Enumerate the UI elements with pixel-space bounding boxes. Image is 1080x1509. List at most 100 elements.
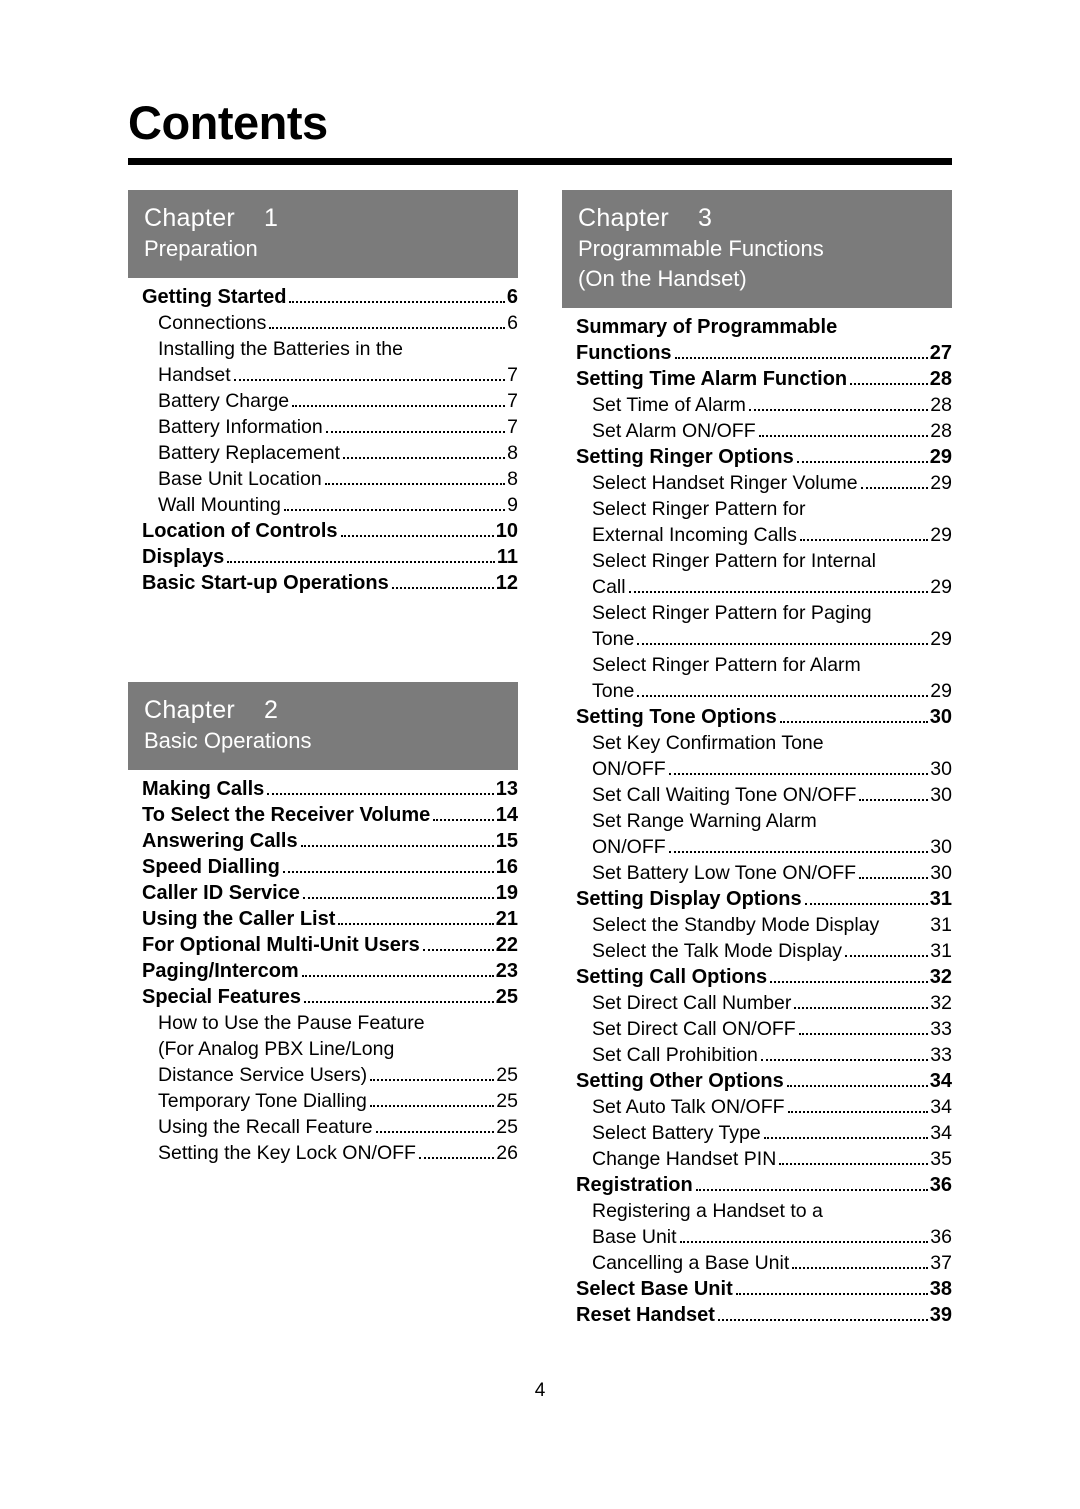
toc-entry[interactable]: For Optional Multi-Unit Users 22 (128, 932, 518, 958)
toc-entry[interactable]: Making Calls 13 (128, 776, 518, 802)
toc-entry-label: ON/OFF (592, 758, 666, 780)
toc-leader-dots (668, 773, 929, 775)
toc-leader-dots (787, 1111, 929, 1113)
toc-entry[interactable]: External Incoming Calls 29 (562, 522, 952, 548)
toc-entry-page: 14 (495, 804, 518, 826)
toc-entry[interactable]: Setting Call Options 32 (562, 964, 952, 990)
toc-leader-dots (283, 509, 506, 511)
toc-entry-label: Using the Recall Feature (158, 1116, 373, 1138)
toc-entry-label: Select Handset Ringer Volume (592, 472, 858, 494)
toc-entry-label: Functions (576, 342, 672, 364)
toc-entry[interactable]: Temporary Tone Dialling 25 (128, 1088, 518, 1114)
toc-entry-text: (For Analog PBX Line/Long (158, 1038, 395, 1060)
toc-entry[interactable]: Base Unit Location 8 (128, 466, 518, 492)
toc-leader-dots (860, 487, 929, 489)
toc-entry[interactable]: Tone 29 (562, 626, 952, 652)
toc-entry-label: Set Call Prohibition (592, 1044, 758, 1066)
toc-entry-page: 29 (929, 446, 952, 468)
toc-entry-page: 34 (930, 1096, 952, 1118)
toc-entry[interactable]: Handset 7 (128, 362, 518, 388)
toc-entry[interactable]: ON/OFF 30 (562, 834, 952, 860)
toc-entry-label: Setting the Key Lock ON/OFF (158, 1142, 416, 1164)
toc-entry[interactable]: Call 29 (562, 574, 952, 600)
toc-entry[interactable]: Set Call Prohibition 33 (562, 1042, 952, 1068)
toc-entry[interactable]: Battery Charge 7 (128, 388, 518, 414)
toc-entry[interactable]: Set Direct Call Number 32 (562, 990, 952, 1016)
toc-entry[interactable]: Base Unit 36 (562, 1224, 952, 1250)
toc-entry[interactable]: To Select the Receiver Volume 14 (128, 802, 518, 828)
toc-entry-page: 7 (507, 416, 518, 438)
toc-entry-page: 10 (495, 520, 518, 542)
toc-entry-label: Set Direct Call Number (592, 992, 792, 1014)
toc-leader-dots (227, 561, 495, 563)
toc-entry[interactable]: Set Direct Call ON/OFF 33 (562, 1016, 952, 1042)
toc-entry[interactable]: Paging/Intercom 23 (128, 958, 518, 984)
toc-entry[interactable]: Set Time of Alarm 28 (562, 392, 952, 418)
toc-leader-dots (786, 1085, 928, 1087)
toc-leader-dots (850, 383, 928, 385)
toc-entry[interactable]: Setting the Key Lock ON/OFF 26 (128, 1140, 518, 1166)
toc-entry[interactable]: Using the Recall Feature 25 (128, 1114, 518, 1140)
toc-leader-dots (267, 793, 494, 795)
toc-entry-text: Summary of Programmable (576, 316, 838, 338)
toc-entry-page: 33 (930, 1018, 952, 1040)
toc-entry[interactable]: Set Call Waiting Tone ON/OFF 30 (562, 782, 952, 808)
toc-entry[interactable]: Using the Caller List 21 (128, 906, 518, 932)
toc-entry[interactable]: Speed Dialling 16 (128, 854, 518, 880)
chapter-1-toc: Getting Started 6 Connections 6 Installing t… (128, 284, 518, 596)
toc-leader-dots (375, 1131, 495, 1133)
toc-leader-dots (422, 949, 494, 951)
toc-entry-label: To Select the Receiver Volume (142, 804, 431, 826)
toc-entry[interactable]: Connections 6 (128, 310, 518, 336)
toc-entry[interactable]: Select Battery Type 34 (562, 1120, 952, 1146)
toc-entry[interactable]: Displays 11 (128, 544, 518, 570)
toc-entry[interactable]: Setting Other Options 34 (562, 1068, 952, 1094)
toc-entry[interactable]: Basic Start-up Operations 12 (128, 570, 518, 596)
toc-entry-page: 29 (930, 472, 952, 494)
toc-entry[interactable]: Distance Service Users) 25 (128, 1062, 518, 1088)
toc-entry[interactable]: Functions 27 (562, 340, 952, 366)
toc-entry-page: 25 (496, 1090, 518, 1112)
toc-entry-label: Displays (142, 546, 225, 568)
toc-entry[interactable]: Select Handset Ringer Volume 29 (562, 470, 952, 496)
left-column: Chapter 1 Preparation Getting Started 6 Co… (128, 190, 518, 1328)
toc-entry[interactable]: Tone 29 (562, 678, 952, 704)
toc-entry-page: 11 (496, 546, 518, 568)
toc-entry[interactable]: Answering Calls 15 (128, 828, 518, 854)
toc-entry-page: 31 (930, 940, 952, 962)
toc-entry[interactable]: Set Alarm ON/OFF 28 (562, 418, 952, 444)
toc-entry[interactable]: Registration 36 (562, 1172, 952, 1198)
toc-entry[interactable]: Select the Talk Mode Display 31 (562, 938, 952, 964)
toc-entry[interactable]: Change Handset PIN 35 (562, 1146, 952, 1172)
toc-entry[interactable]: ON/OFF 30 (562, 756, 952, 782)
toc-leader-dots (282, 871, 494, 873)
toc-entry[interactable]: Location of Controls 10 (128, 518, 518, 544)
toc-entry[interactable]: Select Base Unit 38 (562, 1276, 952, 1302)
toc-entry[interactable]: Setting Display Options 31 (562, 886, 952, 912)
toc-entry[interactable]: Setting Ringer Options 29 (562, 444, 952, 470)
toc-entry[interactable]: Cancelling a Base Unit 37 (562, 1250, 952, 1276)
toc-entry[interactable]: Caller ID Service 19 (128, 880, 518, 906)
toc-entry[interactable]: Setting Tone Options 30 (562, 704, 952, 730)
toc-entry-page: 39 (929, 1304, 952, 1326)
toc-entry[interactable]: Set Battery Low Tone ON/OFF 30 (562, 860, 952, 886)
toc-entry[interactable]: Set Auto Talk ON/OFF 34 (562, 1094, 952, 1120)
toc-leader-dots (845, 955, 929, 957)
toc-entry-page: 29 (930, 680, 952, 702)
toc-entry[interactable]: Setting Time Alarm Function 28 (562, 366, 952, 392)
toc-leader-dots (292, 405, 506, 407)
toc-entry[interactable]: Special Features 25 (128, 984, 518, 1010)
chapter-3-subtitle-line2: (On the Handset) (578, 266, 747, 291)
toc-entry-page: 31 (929, 888, 952, 910)
toc-entry[interactable]: Select the Standby Mode Display 31 (562, 912, 952, 938)
chapter-1-header: Chapter 1 Preparation (128, 190, 518, 278)
toc-entry[interactable]: Wall Mounting 9 (128, 492, 518, 518)
toc-entry-label: Basic Start-up Operations (142, 572, 389, 594)
toc-entry[interactable]: Getting Started 6 (128, 284, 518, 310)
toc-entry-page: 31 (930, 914, 952, 936)
toc-entry[interactable]: Reset Handset 39 (562, 1302, 952, 1328)
toc-entry-page: 12 (495, 572, 518, 594)
toc-leader-dots (343, 457, 506, 459)
toc-entry[interactable]: Battery Replacement 8 (128, 440, 518, 466)
toc-entry[interactable]: Battery Information 7 (128, 414, 518, 440)
